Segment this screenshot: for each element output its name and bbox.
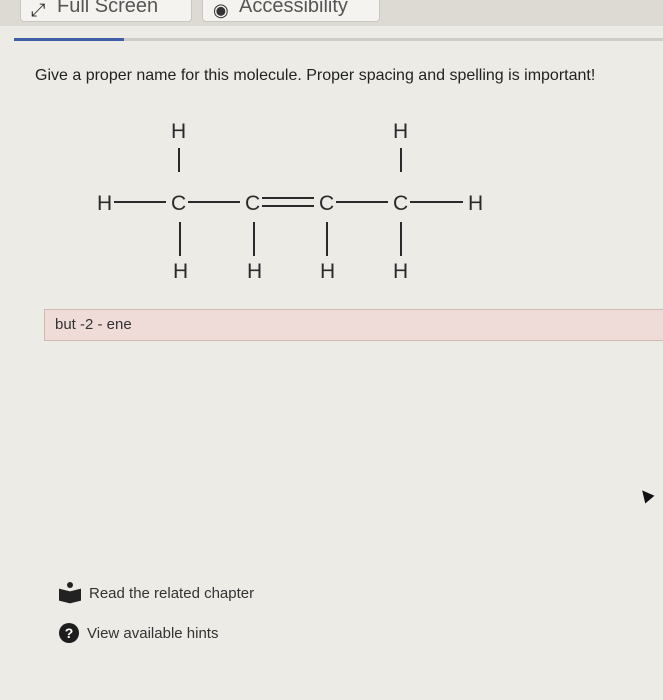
read-chapter-link[interactable]: Read the related chapter	[59, 582, 255, 604]
fullscreen-button[interactable]: ⤢ Full Screen	[20, 0, 192, 22]
atom-h-right: H	[468, 192, 483, 215]
atom-c-3: C	[319, 192, 334, 215]
atom-h-top-1: H	[171, 120, 186, 143]
view-hints-label: View available hints	[87, 624, 219, 642]
atom-h-left: H	[97, 192, 112, 215]
answer-field[interactable]	[44, 309, 663, 341]
atom-c-4: C	[393, 192, 408, 215]
atom-h-bottom-1: H	[173, 260, 188, 283]
molecule-structure: H H H C C C C H H H H H	[97, 120, 483, 283]
atom-h-bottom-2: H	[247, 260, 262, 283]
atom-c-2: C	[245, 192, 260, 215]
top-toolbar: ⤢ Full Screen ◉ Accessibility	[0, 0, 663, 26]
question-mark-icon: ?	[59, 623, 79, 643]
atom-c-1: C	[171, 192, 186, 215]
atom-h-bottom-4: H	[393, 260, 408, 283]
accessibility-icon: ◉	[213, 0, 229, 20]
question-text: Give a proper name for this molecule. Pr…	[35, 67, 596, 84]
book-icon	[59, 582, 81, 604]
atom-h-top-4: H	[393, 120, 408, 143]
progress-bar	[14, 38, 663, 41]
mouse-cursor-icon	[637, 486, 655, 504]
read-chapter-label: Read the related chapter	[89, 584, 255, 602]
progress-bar-fill	[14, 38, 125, 41]
answer-input[interactable]	[55, 316, 615, 333]
fullscreen-icon: ⤢	[31, 0, 46, 20]
accessibility-label: Accessibility	[239, 0, 348, 17]
fullscreen-label: Full Screen	[57, 0, 159, 17]
accessibility-button[interactable]: ◉ Accessibility	[202, 0, 380, 22]
view-hints-link[interactable]: ? View available hints	[59, 623, 218, 643]
atom-h-bottom-3: H	[320, 260, 335, 283]
